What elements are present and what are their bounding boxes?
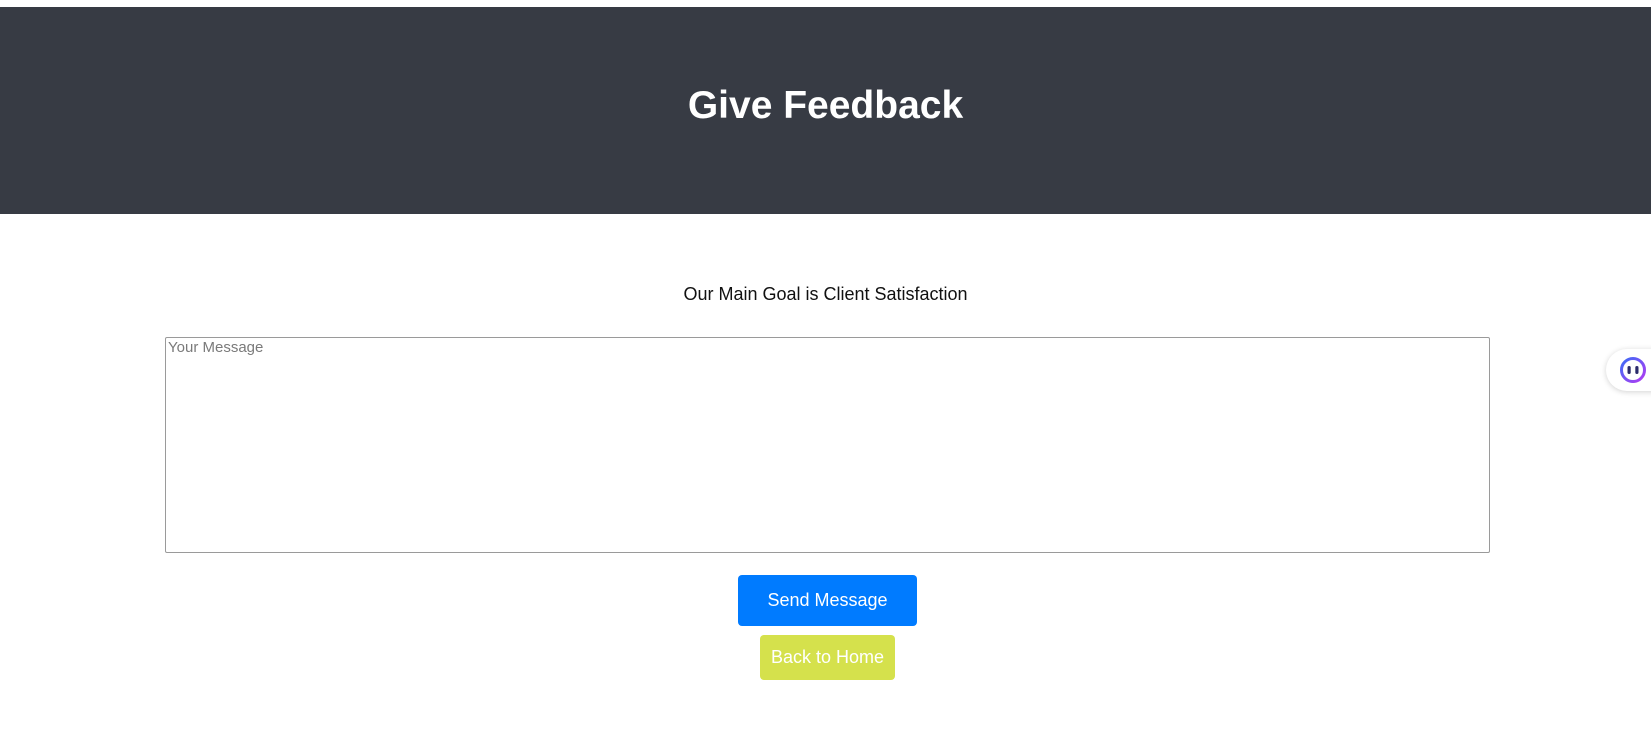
top-strip	[0, 0, 1651, 7]
assistant-face-icon	[1620, 357, 1646, 383]
page-title: Give Feedback	[687, 84, 964, 127]
message-textarea[interactable]	[165, 337, 1490, 553]
back-to-home-button[interactable]: Back to Home	[760, 635, 895, 680]
assistant-widget-button[interactable]	[1606, 349, 1651, 391]
send-message-button[interactable]: Send Message	[738, 575, 917, 626]
form-subtitle: Our Main Goal is Client Satisfaction	[683, 284, 968, 304]
page-header: Give Feedback	[0, 7, 1651, 214]
